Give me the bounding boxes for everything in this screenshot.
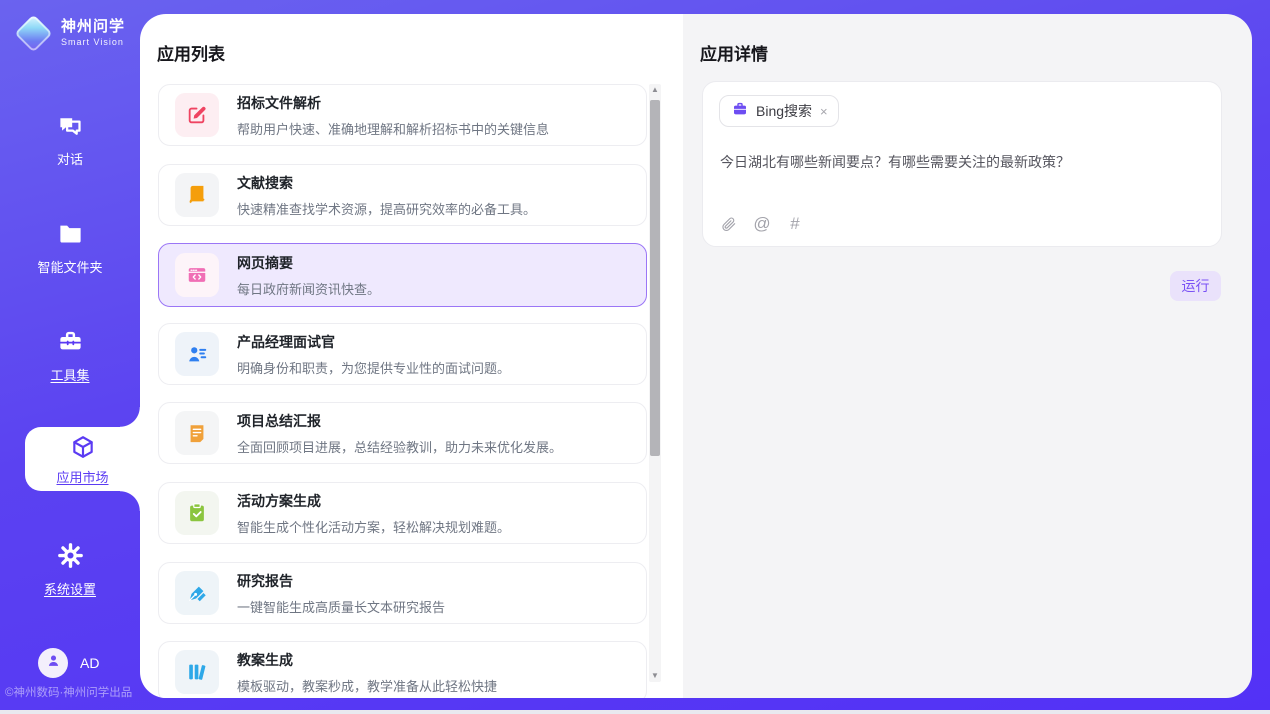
ink-pen-icon	[175, 571, 219, 615]
scrollbar[interactable]: ▲ ▼	[649, 84, 661, 682]
plugin-tag-bing-search[interactable]: Bing搜索 ×	[719, 95, 839, 127]
sidebar-item-label: 应用市场	[25, 467, 140, 486]
app-card-title: 产品经理面试官	[237, 332, 510, 352]
sidebar-item-label: 智能文件夹	[0, 257, 140, 276]
app-card-title: 文献搜索	[237, 173, 536, 193]
app-card-title: 项目总结汇报	[237, 411, 562, 431]
toolbox-icon	[57, 342, 84, 359]
app-card-title: 网页摘要	[237, 253, 380, 273]
app-card-title: 招标文件解析	[237, 93, 549, 113]
app-card-description: 智能生成个性化活动方案，轻松解决规划难题。	[237, 517, 510, 536]
query-input[interactable]: 今日湖北有哪些新闻要点？有哪些需要关注的最新政策？	[720, 152, 1205, 172]
chat-icon	[57, 126, 84, 143]
books-icon	[175, 650, 219, 694]
tab-curve-top	[120, 407, 140, 427]
app-detail-title: 应用详情	[700, 40, 768, 65]
sidebar-item-5[interactable]: 系统设置	[0, 542, 140, 598]
run-button[interactable]: 运行	[1170, 271, 1221, 301]
tab-curve-bottom	[120, 491, 140, 511]
clipboard-check-icon	[175, 491, 219, 535]
content-area: 应用列表 招标文件解析 帮助用户快速、准确地理解和解析招标书中的关键信息 文献搜…	[140, 14, 1252, 698]
sidebar-footer: ©神州数码·神州问学出品	[5, 684, 132, 700]
composer-card: Bing搜索 × 今日湖北有哪些新闻要点？有哪些需要关注的最新政策？ @ #	[702, 81, 1222, 247]
avatar[interactable]	[38, 648, 68, 678]
app-card-description: 一键智能生成高质量长文本研究报告	[237, 597, 445, 616]
scrollbar-thumb[interactable]	[650, 100, 660, 456]
sidebar-item-4-active[interactable]: 应用市场	[25, 427, 140, 491]
app-card-description: 每日政府新闻资讯快查。	[237, 279, 380, 298]
window-bottom-strip	[0, 710, 1270, 714]
app-card[interactable]: 文献搜索 快速精准查找学术资源，提高研究效率的必备工具。	[158, 164, 647, 226]
interviewer-icon	[175, 332, 219, 376]
user-icon	[45, 652, 62, 674]
app-card[interactable]: 活动方案生成 智能生成个性化活动方案，轻松解决规划难题。	[158, 482, 647, 544]
app-list-title: 应用列表	[157, 40, 225, 65]
sidebar: 神州问学 Smart Vision 对话 智能文件夹 工具集 应用市场 系统设置…	[0, 0, 140, 710]
gear-icon	[57, 556, 84, 573]
browser-code-icon	[175, 253, 219, 297]
brand-subtitle: Smart Vision	[61, 38, 125, 48]
edit-pen-icon	[175, 93, 219, 137]
mention-icon[interactable]: @	[753, 215, 771, 233]
app-detail-panel: 应用详情 Bing搜索 × 今日湖北有哪些新闻要点？有哪些需要关注的最新政策？ …	[683, 14, 1252, 698]
app-card-title: 活动方案生成	[237, 491, 510, 511]
sidebar-item-1[interactable]: 对话	[0, 112, 140, 168]
app-card-description: 明确身份和职责，为您提供专业性的面试问题。	[237, 358, 510, 377]
scrollbar-up-arrow[interactable]: ▲	[649, 84, 661, 96]
sidebar-item-label: 对话	[0, 149, 140, 168]
app-card-description: 帮助用户快速、准确地理解和解析招标书中的关键信息	[237, 119, 549, 138]
app-card[interactable]: 网页摘要 每日政府新闻资讯快查。	[158, 243, 647, 307]
close-icon[interactable]: ×	[820, 104, 828, 119]
cube-icon	[70, 447, 96, 464]
user-name: AD	[80, 655, 99, 671]
app-card-description: 快速精准查找学术资源，提高研究效率的必备工具。	[237, 199, 536, 218]
app-card[interactable]: 教案生成 模板驱动，教案秒成，教学准备从此轻松快捷	[158, 641, 647, 698]
plugin-tag-label: Bing搜索	[756, 101, 812, 121]
app-card[interactable]: 招标文件解析 帮助用户快速、准确地理解和解析招标书中的关键信息	[158, 84, 647, 146]
folder-icon	[57, 234, 84, 251]
diamond-logo-icon	[14, 14, 52, 52]
brand: 神州问学 Smart Vision	[14, 14, 125, 53]
app-card[interactable]: 项目总结汇报 全面回顾项目进展，总结经验教训，助力未来优化发展。	[158, 402, 647, 464]
sidebar-item-label: 系统设置	[0, 579, 140, 598]
app-list-panel: 应用列表 招标文件解析 帮助用户快速、准确地理解和解析招标书中的关键信息 文献搜…	[140, 14, 683, 698]
app-card-description: 全面回顾项目进展，总结经验教训，助力未来优化发展。	[237, 437, 562, 456]
book-icon	[175, 173, 219, 217]
app-card-title: 教案生成	[237, 650, 497, 670]
app-card[interactable]: 产品经理面试官 明确身份和职责，为您提供专业性的面试问题。	[158, 323, 647, 385]
brand-name: 神州问学	[61, 19, 125, 36]
sidebar-item-label: 工具集	[0, 365, 140, 384]
attachment-icon[interactable]	[720, 215, 738, 233]
user-row[interactable]: AD	[38, 648, 99, 678]
app-card-title: 研究报告	[237, 571, 445, 591]
scrollbar-down-arrow[interactable]: ▼	[649, 670, 661, 682]
hash-icon[interactable]: #	[786, 215, 804, 233]
app-card[interactable]: 研究报告 一键智能生成高质量长文本研究报告	[158, 562, 647, 624]
sidebar-item-3[interactable]: 工具集	[0, 328, 140, 384]
sidebar-item-2[interactable]: 智能文件夹	[0, 220, 140, 276]
briefcase-icon	[732, 101, 748, 122]
app-card-description: 模板驱动，教案秒成，教学准备从此轻松快捷	[237, 676, 497, 695]
app-window: 神州问学 Smart Vision 对话 智能文件夹 工具集 应用市场 系统设置…	[0, 0, 1270, 710]
note-icon	[175, 411, 219, 455]
